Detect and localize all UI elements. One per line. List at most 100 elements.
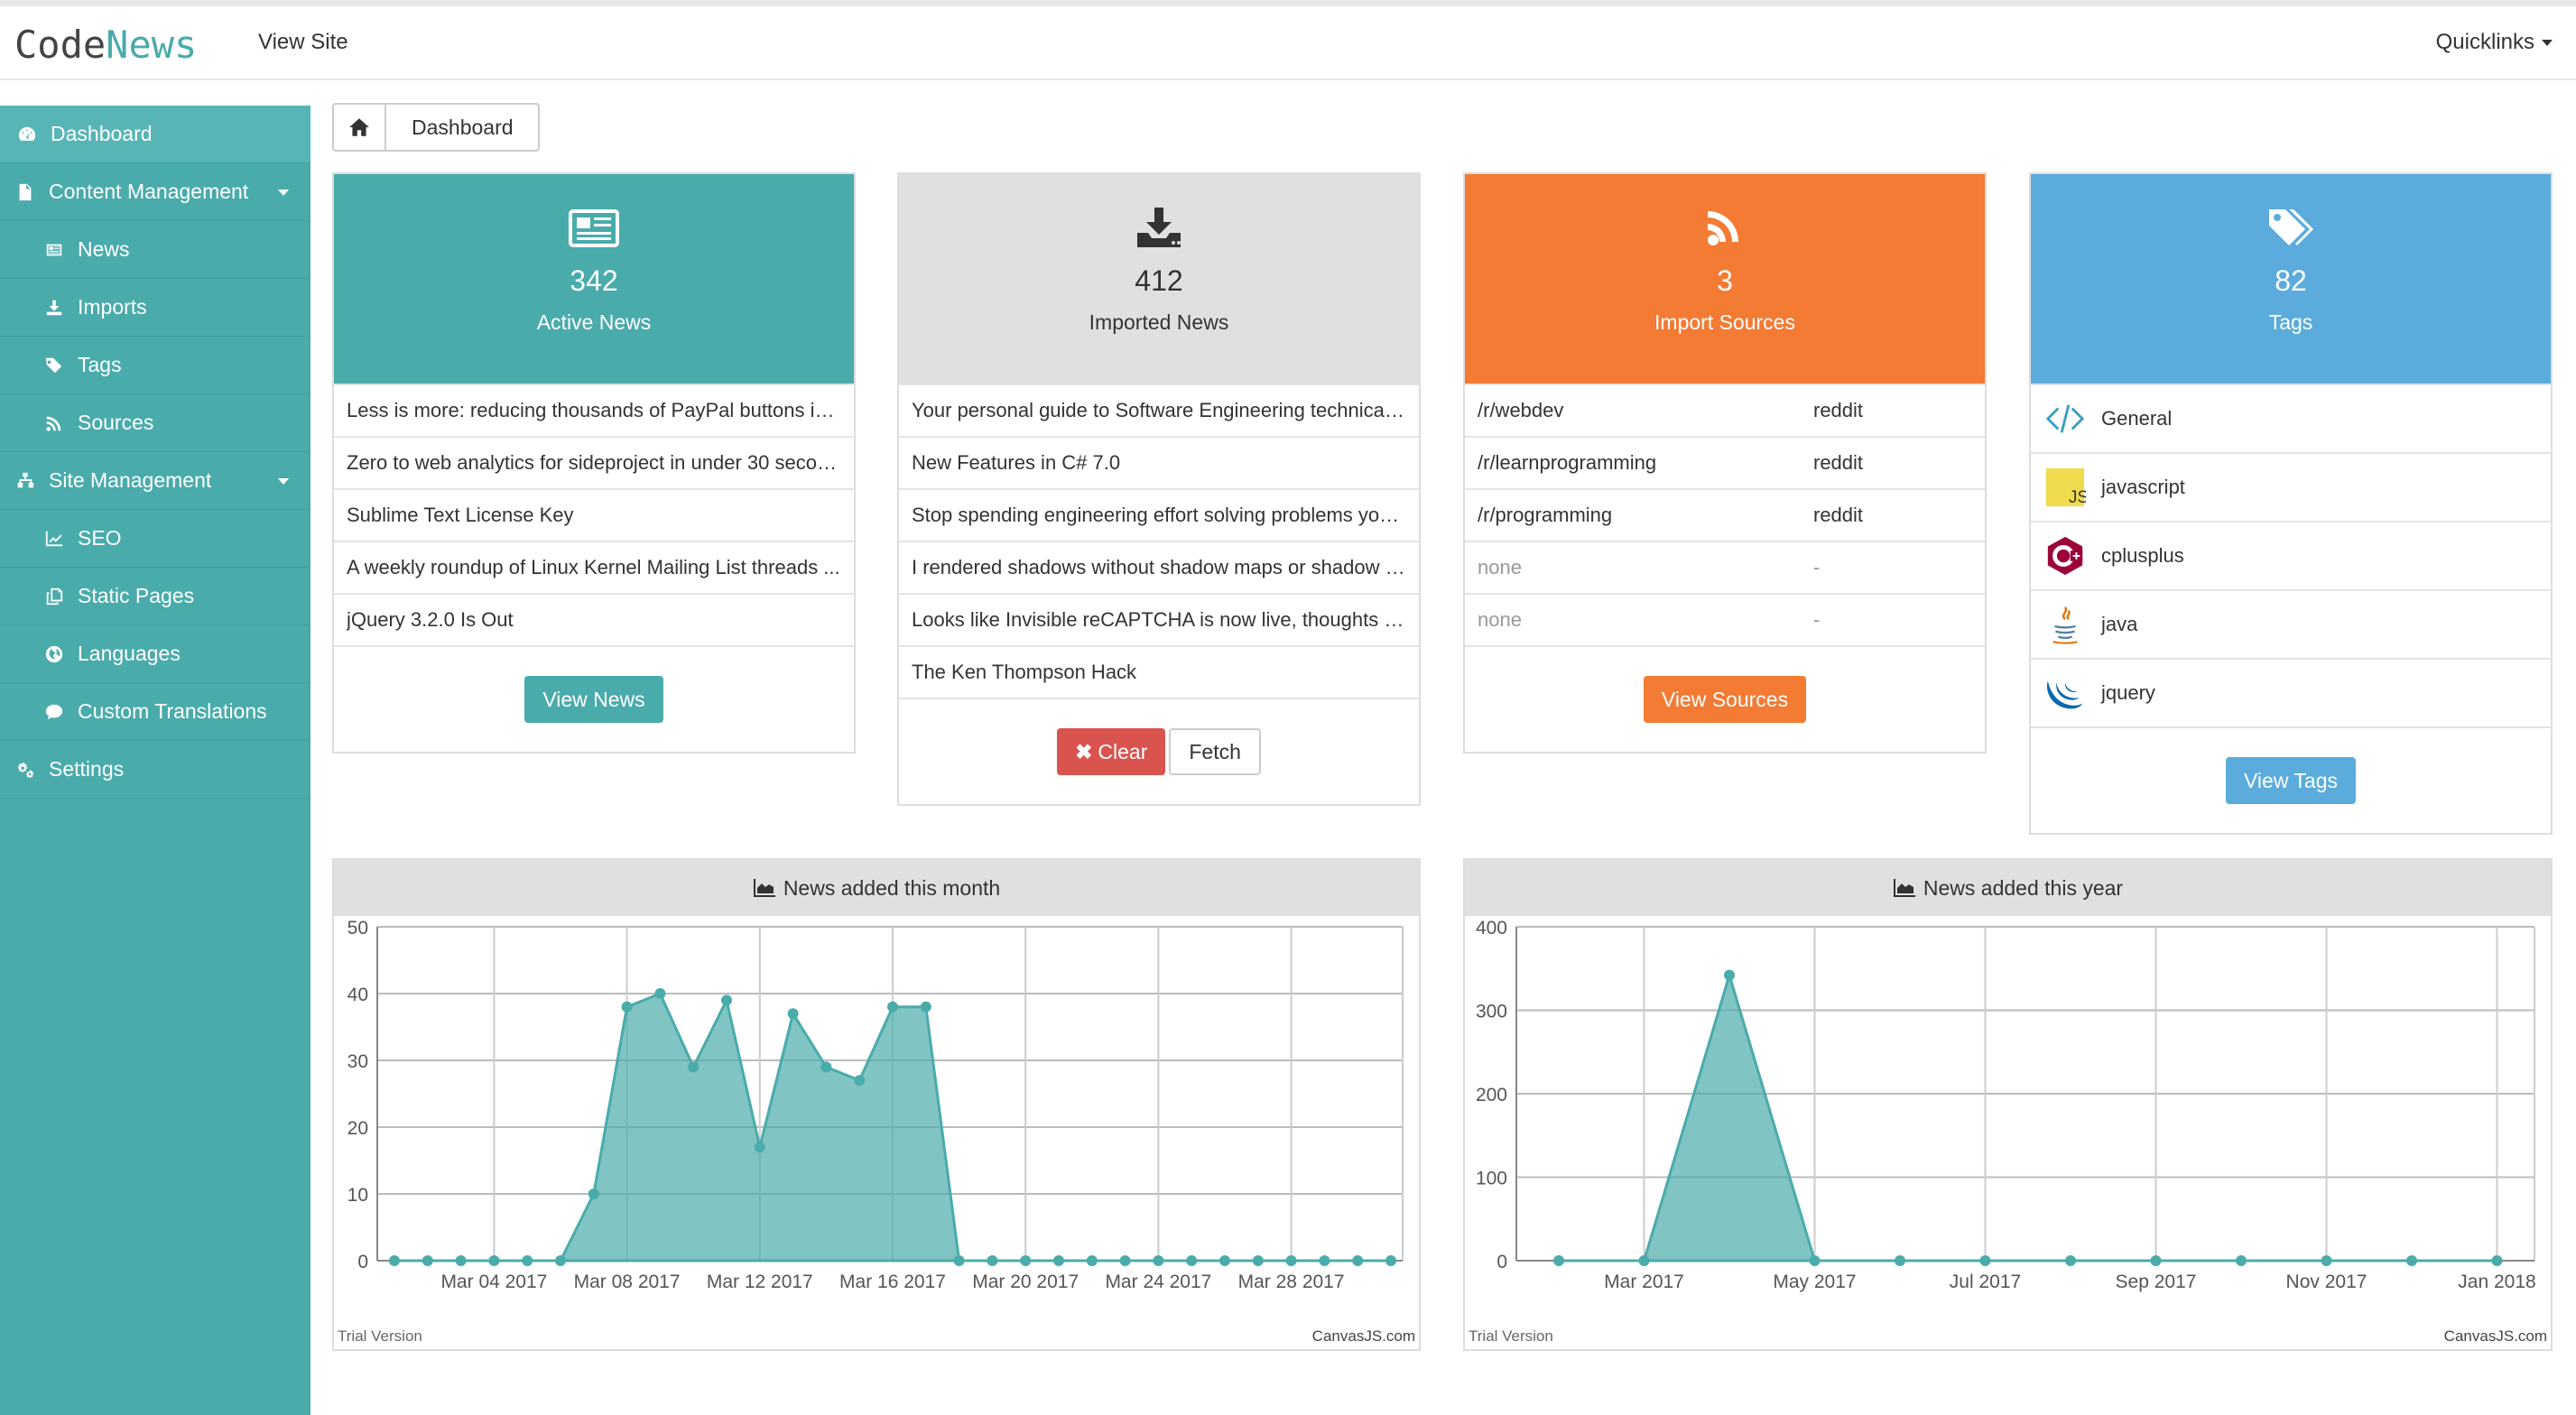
fetch-button[interactable]: Fetch xyxy=(1169,728,1261,775)
data-point xyxy=(422,1255,433,1266)
data-point xyxy=(1219,1255,1230,1266)
imported-news-count: 412 xyxy=(1135,264,1183,297)
view-tags-button[interactable]: View Tags xyxy=(2226,757,2356,804)
list-item[interactable]: Stop spending engineering effort solving… xyxy=(899,488,1419,541)
sidebar-item-sources[interactable]: Sources xyxy=(0,394,310,452)
data-point xyxy=(1020,1255,1032,1266)
y-tick-label: 400 xyxy=(1476,918,1507,939)
sidebar-item-label: Languages xyxy=(78,642,181,665)
tag-item[interactable]: JS javascript xyxy=(2031,452,2551,521)
data-point xyxy=(1153,1255,1164,1266)
sidebar-item-dashboard[interactable]: Dashboard xyxy=(0,106,310,163)
breadcrumb: Dashboard xyxy=(332,103,540,152)
data-point xyxy=(820,1061,832,1073)
data-point xyxy=(1053,1255,1064,1266)
table-row[interactable]: /r/learnprogramming reddit xyxy=(1465,436,1985,488)
data-point xyxy=(455,1255,467,1266)
tags-card: 82 Tags General JS javascript cplusplus … xyxy=(2029,172,2553,835)
breadcrumb-home[interactable] xyxy=(334,105,386,150)
caret-down-icon xyxy=(2542,40,2553,47)
list-item[interactable]: I rendered shadows without shadow maps o… xyxy=(899,541,1419,593)
data-point xyxy=(522,1255,533,1266)
sidebar-item-news[interactable]: News xyxy=(0,221,310,279)
sidebar-item-label: Dashboard xyxy=(51,122,153,145)
source-name: /r/programming xyxy=(1478,504,1613,526)
sidebar-item-content-management[interactable]: Content Management xyxy=(0,163,310,221)
active-news-card: 342 Active News Less is more: reducing t… xyxy=(332,172,856,754)
sidebar-item-label: Settings xyxy=(49,757,125,781)
data-point xyxy=(1285,1255,1297,1266)
brand-part-2: News xyxy=(106,23,198,67)
canvasjs-credit[interactable]: CanvasJS.com xyxy=(2444,1327,2547,1346)
imported-news-header: 412 Imported News xyxy=(899,174,1419,384)
y-tick-label: 30 xyxy=(347,1051,368,1072)
list-item[interactable]: jQuery 3.2.0 Is Out xyxy=(334,593,854,645)
caret-down-icon xyxy=(278,190,289,196)
news-title: Zero to web analytics for sideproject in… xyxy=(347,451,841,474)
tag-item[interactable]: java xyxy=(2031,589,2551,658)
gears-icon xyxy=(14,759,36,781)
y-tick-label: 20 xyxy=(347,1118,368,1139)
sidebar-item-label: Custom Translations xyxy=(78,699,267,723)
sidebar-item-seo[interactable]: SEO xyxy=(0,510,310,568)
table-row[interactable]: /r/programming reddit xyxy=(1465,488,1985,541)
source-name: none xyxy=(1478,608,1522,631)
sidebar-item-tags[interactable]: Tags xyxy=(0,337,310,394)
data-point xyxy=(2150,1255,2162,1266)
news-title: Less is more: reducing thousands of PayP… xyxy=(347,399,841,421)
sidebar-item-label: Imports xyxy=(78,295,147,319)
clear-button-label: Clear xyxy=(1098,740,1148,763)
globe-icon xyxy=(43,643,65,665)
data-point xyxy=(1086,1255,1098,1266)
news-month-panel: News added this month 0 10 20 30 40 50 Mar 04 … xyxy=(332,858,1421,1351)
data-point xyxy=(688,1061,700,1073)
tag-item[interactable]: General xyxy=(2031,384,2551,452)
view-site-link[interactable]: View Site xyxy=(258,30,348,55)
sidebar-item-label: Sources xyxy=(78,411,154,434)
y-tick-label: 40 xyxy=(347,985,368,1005)
list-item[interactable]: Looks like Invisible reCAPTCHA is now li… xyxy=(899,593,1419,645)
view-sources-button[interactable]: View Sources xyxy=(1643,676,1807,723)
sidebar-item-label: Tags xyxy=(78,353,122,376)
sidebar-item-label: News xyxy=(78,237,130,261)
table-row[interactable]: /r/webdev reddit xyxy=(1465,384,1985,436)
data-point xyxy=(754,1142,765,1153)
data-point xyxy=(2406,1255,2417,1266)
sidebar-item-settings[interactable]: Settings xyxy=(0,741,310,799)
data-point xyxy=(854,1075,866,1087)
data-point xyxy=(488,1255,500,1266)
data-point xyxy=(2065,1255,2076,1266)
list-item[interactable]: Sublime Text License Key xyxy=(334,488,854,541)
quicklinks-label: Quicklinks xyxy=(2435,30,2534,54)
clear-button[interactable]: ✖ Clear xyxy=(1057,728,1166,775)
sidebar-item-custom-translations[interactable]: Custom Translations xyxy=(0,683,310,741)
rss-icon xyxy=(43,412,65,434)
sidebar-item-imports[interactable]: Imports xyxy=(0,279,310,337)
list-item[interactable]: Your personal guide to Software Engineer… xyxy=(899,384,1419,436)
list-item[interactable]: A weekly roundup of Linux Kernel Mailing… xyxy=(334,541,854,593)
data-point xyxy=(2321,1255,2332,1266)
tag-item[interactable]: cplusplus xyxy=(2031,521,2551,589)
sidebar-item-site-management[interactable]: Site Management xyxy=(0,452,310,510)
tags-label: Tags xyxy=(2268,310,2313,334)
view-news-button[interactable]: View News xyxy=(524,676,663,723)
newspaper-icon xyxy=(43,239,65,261)
list-item[interactable]: Zero to web analytics for sideproject in… xyxy=(334,436,854,488)
sidebar-item-label: Content Management xyxy=(49,180,249,203)
top-border xyxy=(0,0,2576,6)
sidebar-item-languages[interactable]: Languages xyxy=(0,625,310,683)
list-item[interactable]: Less is more: reducing thousands of PayP… xyxy=(334,384,854,436)
x-tick-label: Mar 24 2017 xyxy=(1105,1272,1211,1292)
brand-logo[interactable]: CodeNews xyxy=(14,23,197,67)
list-item[interactable]: New Features in C# 7.0 xyxy=(899,436,1419,488)
x-tick-label: Nov 2017 xyxy=(2286,1272,2368,1292)
tag-item[interactable]: jquery xyxy=(2031,658,2551,726)
rss-icon xyxy=(1708,211,1738,245)
canvasjs-credit[interactable]: CanvasJS.com xyxy=(1312,1327,1415,1346)
imported-news-footer: ✖ Clear Fetch xyxy=(899,698,1419,804)
sidebar-item-static-pages[interactable]: Static Pages xyxy=(0,568,310,625)
list-item[interactable]: The Ken Thompson Hack xyxy=(899,645,1419,698)
quicklinks-dropdown[interactable]: Quicklinks xyxy=(2436,30,2553,55)
active-news-label: Active News xyxy=(536,310,652,334)
x-tick-label: Mar 28 2017 xyxy=(1238,1272,1345,1292)
